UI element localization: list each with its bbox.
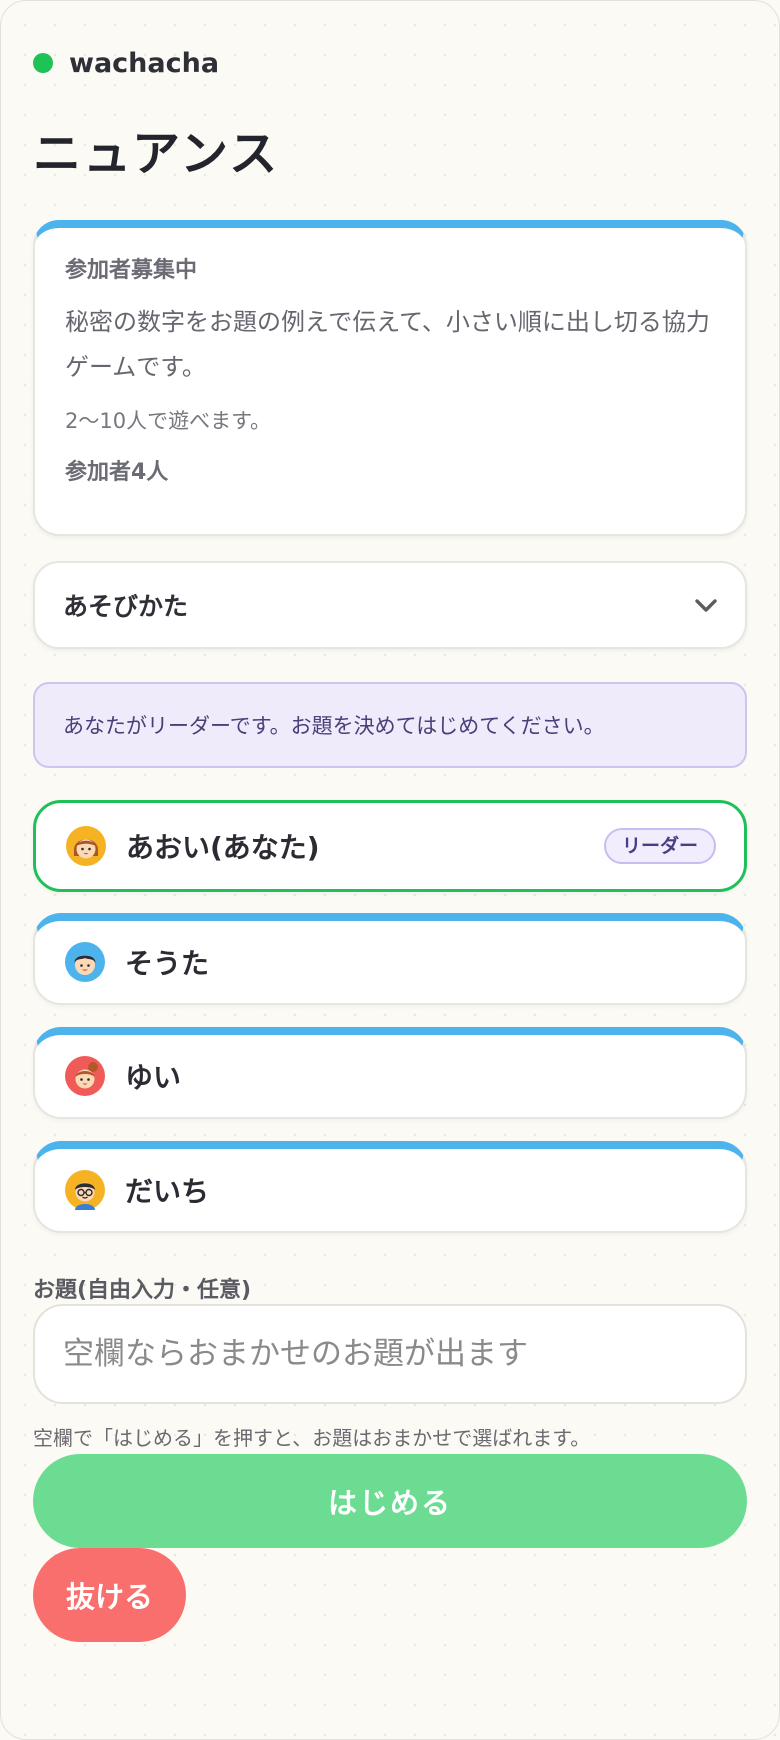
player-name: ゆい [125,1061,182,1094]
howto-label: あそびかた [63,592,189,621]
player-name: そうた [125,947,210,980]
player-name: あおい(あなた) [126,831,320,864]
leader-badge: リーダー [603,828,716,864]
game-info-card: 参加者募集中 秘密の数字をお題の例えで伝えて、小さい順に出し切る協力ゲームです。… [33,220,747,536]
page-title: ニュアンス [33,126,280,182]
player-row-yui: ゆい [33,1027,747,1119]
topic-label: お題(自由入力・任意) [33,1278,252,1303]
leave-button[interactable]: 抜ける [33,1548,186,1642]
boy-avatar-icon [65,942,105,982]
topic-input[interactable] [33,1304,747,1404]
player-name: だいち [125,1175,210,1208]
player-row-souta: そうた [33,913,747,1005]
player-row-daichi: だいち [33,1141,747,1233]
status-dot-icon [33,53,53,73]
player-range: 2〜10人で遊べます。 [65,409,271,433]
chevron-down-icon [693,592,719,618]
girl-avatar-icon [66,826,106,866]
brand-name: wachacha [69,47,220,79]
leader-notice: あなたがリーダーです。お題を決めてはじめてください。 [33,682,747,768]
game-description: 秘密の数字をお題の例えで伝えて、小さい順に出し切る協力ゲームです。 [65,308,710,381]
glasses-boy-avatar-icon [65,1170,105,1210]
player-row-aoi: あおい(あなた) リーダー [33,800,747,892]
start-button[interactable]: はじめる [33,1454,747,1548]
howto-accordion[interactable]: あそびかた [33,561,747,649]
brand-header: wachacha [33,46,219,80]
participant-count: 参加者4人 [65,460,169,485]
girl-bun-avatar-icon [65,1056,105,1096]
topic-hint: 空欄で「はじめる」を押すと、お題はおまかせで選ばれます。 [33,1426,591,1450]
recruiting-status: 参加者募集中 [65,258,198,283]
leader-notice-text: あなたがリーダーです。お題を決めてはじめてください。 [63,714,605,738]
